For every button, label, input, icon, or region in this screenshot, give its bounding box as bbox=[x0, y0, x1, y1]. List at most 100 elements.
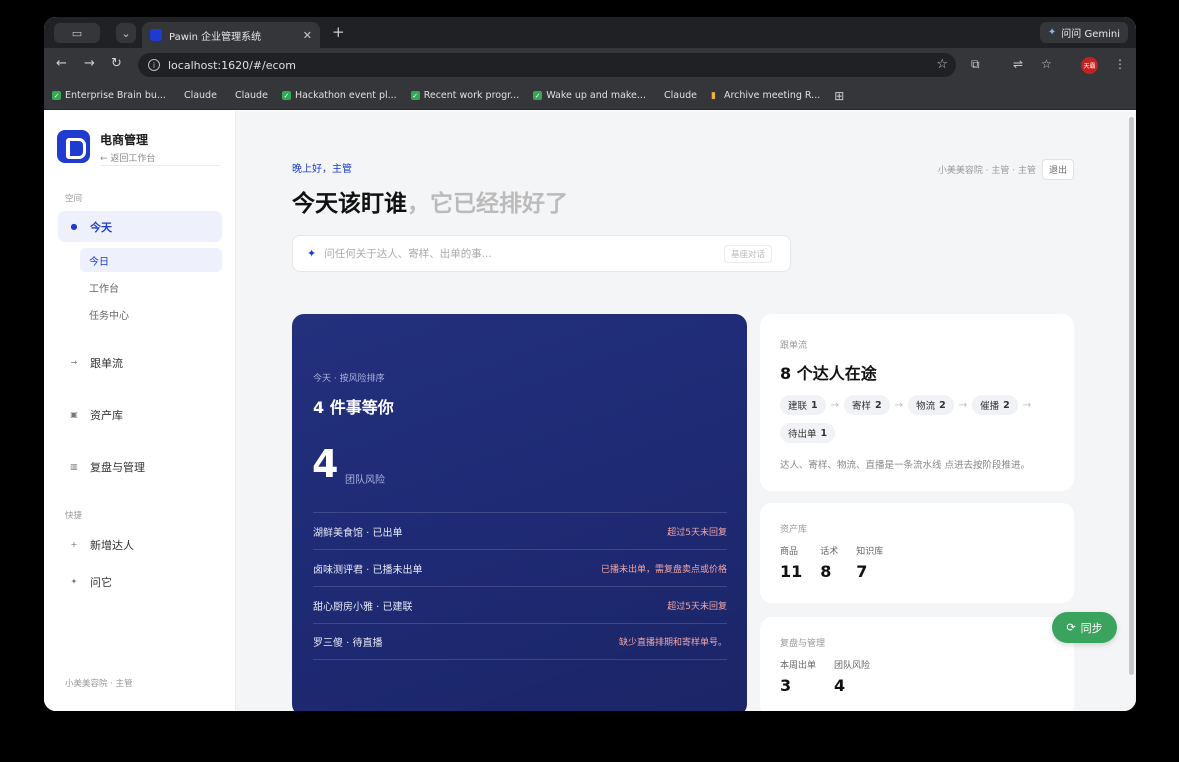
cursor-icon: ☝ bbox=[814, 560, 822, 575]
brand-name: 电商管理 bbox=[100, 133, 149, 147]
favorites-icon[interactable]: ☆ bbox=[1041, 57, 1052, 71]
card-title: 8 个达人在途 bbox=[780, 364, 877, 383]
sidebar-item-assets[interactable]: ▣ 资产库 bbox=[58, 399, 222, 430]
risk-row[interactable]: 罗三傻 · 待直播 缺少直播排期和寄样单号。 bbox=[313, 623, 727, 660]
ask-input[interactable] bbox=[324, 247, 716, 260]
stage-name: 物流 bbox=[916, 401, 936, 412]
stage-pill[interactable]: 催播 2 bbox=[972, 395, 1018, 415]
section-label-space: 空间 bbox=[65, 194, 83, 204]
sidebar-item-review[interactable]: ▥ 复盘与管理 bbox=[58, 451, 222, 482]
asset-stats: 商品 11 话术 8 知识库 7 bbox=[780, 544, 883, 581]
stage-name: 建联 bbox=[788, 401, 808, 412]
sidebar-item-label: 跟单流 bbox=[90, 356, 123, 370]
profile-avatar[interactable]: 天霸 bbox=[1081, 57, 1098, 74]
review-stats: 本周出单 3 团队风险 4 bbox=[780, 658, 870, 695]
sync-button[interactable]: ⟳ 同步 bbox=[1052, 612, 1117, 643]
plus-icon: + bbox=[70, 540, 78, 549]
bookmark-item[interactable]: ✓ Wake up and make... bbox=[533, 90, 646, 101]
review-card[interactable]: 复盘与管理 本周出单 3 团队风险 4 bbox=[760, 617, 1074, 711]
bookmark-item[interactable]: Claude bbox=[660, 90, 697, 101]
section-label-quick: 快捷 bbox=[65, 511, 83, 521]
sidebar-item-label: 复盘与管理 bbox=[90, 460, 145, 474]
bookmark-item[interactable]: ▮ Archive meeting R... bbox=[711, 90, 820, 101]
tab-strip: ▭ ⌄ Pawin 企业管理系统 ✕ + ✦ 问问 Gemini bbox=[44, 17, 1136, 48]
risk-row[interactable]: 湖鲜美食馆 · 已出单 超过5天未回复 bbox=[313, 512, 727, 549]
hero-big-number: 4 bbox=[312, 442, 339, 486]
risk-row[interactable]: 甜心厨房小雅 · 已建联 超过5天未回复 bbox=[313, 586, 727, 623]
stage-name: 寄样 bbox=[852, 401, 872, 412]
arrow-right-icon: → bbox=[958, 399, 968, 411]
close-icon[interactable]: ✕ bbox=[303, 29, 312, 42]
base-chat-button[interactable]: 基座对话 bbox=[723, 244, 772, 263]
sidebar-subitem-today[interactable]: 今日 bbox=[80, 248, 222, 272]
stage-pill[interactable]: 物流 2 bbox=[908, 395, 954, 415]
order-flow-card[interactable]: 跟单流 8 个达人在途 建联 1 → 寄样 2 → 物流 2 → 催播 2 → 待出单 1 达人、寄样、物… bbox=[760, 314, 1074, 491]
risk-hero-card: 今天 · 按风险排序 4 件事等你 4 团队风险 湖鲜美食馆 · 已出单 超过5天… bbox=[292, 314, 747, 711]
risk-row-name: 湖鲜美食馆 · 已出单 bbox=[313, 527, 403, 539]
pawin-logo-icon bbox=[57, 130, 90, 163]
gemini-label: 问问 Gemini bbox=[1061, 29, 1120, 40]
app-page: 电商管理 ← 返回工作台 空间 ● 今天 今日 工作台 任务中心 → 跟单流 ▣… bbox=[44, 111, 1136, 711]
greeting: 晚上好，主管 bbox=[292, 164, 352, 175]
bookmark-label: Wake up and make... bbox=[546, 90, 646, 101]
asset-card[interactable]: 资产库 商品 11 话术 8 知识库 7 bbox=[760, 503, 1074, 603]
user-info-text: 小美美容院 · 主管 · 主管 bbox=[937, 166, 1036, 176]
bookmark-label: Recent work progr... bbox=[423, 90, 520, 101]
sidebar-item-add-creator[interactable]: + 新增达人 bbox=[58, 529, 222, 560]
bookmark-item[interactable]: Claude bbox=[231, 90, 268, 101]
page-title-soft: ，它已经排好了 bbox=[407, 191, 568, 217]
pipeline-stages: 建联 1 → 寄样 2 → 物流 2 → 催播 2 → 待出单 1 bbox=[780, 395, 1060, 443]
page-scrollbar[interactable] bbox=[1129, 117, 1134, 675]
bookmark-item[interactable]: ✓ Recent work progr... bbox=[410, 90, 520, 101]
arrow-right-icon: → bbox=[1022, 399, 1032, 411]
bookmark-star-icon[interactable]: ☆ bbox=[936, 57, 948, 72]
sidebar-item-ask[interactable]: ✦ 问它 bbox=[58, 566, 222, 597]
tab-pawin[interactable]: Pawin 企业管理系统 ✕ bbox=[142, 22, 320, 48]
bookmark-label: Claude bbox=[663, 90, 697, 101]
sidebar-item-today[interactable]: ● 今天 bbox=[58, 211, 222, 242]
kebab-menu-icon[interactable]: ⋮ bbox=[1114, 57, 1126, 71]
stage-pill[interactable]: 待出单 1 bbox=[780, 423, 836, 443]
forward-arrow-icon[interactable]: → bbox=[84, 56, 95, 71]
sidebar-item-order-flow[interactable]: → 跟单流 bbox=[58, 347, 222, 378]
bookmark-item[interactable]: Claude bbox=[180, 90, 217, 101]
gemini-icon: ✦ bbox=[1047, 27, 1057, 38]
bookmark-item[interactable]: ✓ Enterprise Brain bu... bbox=[52, 90, 166, 101]
extensions-icon[interactable]: ⧉ bbox=[971, 57, 980, 72]
address-bar[interactable]: i localhost:1620/#/ecom ☆ bbox=[138, 53, 956, 77]
tab-search-icon[interactable]: ▭ bbox=[54, 23, 100, 43]
back-to-workspace-link[interactable]: ← 返回工作台 bbox=[100, 151, 155, 164]
gemini-button[interactable]: ✦ 问问 Gemini bbox=[1039, 22, 1128, 43]
sidebar-footer: 小美美容院 · 主管 bbox=[65, 679, 133, 689]
back-arrow-icon[interactable]: ← bbox=[56, 56, 67, 71]
arrow-right-icon: → bbox=[894, 399, 904, 411]
check-icon: ✓ bbox=[533, 91, 543, 100]
stat-label: 话术 bbox=[820, 547, 839, 557]
stage-pill[interactable]: 寄样 2 bbox=[844, 395, 890, 415]
sidebar-subitem-workspace[interactable]: 工作台 bbox=[80, 275, 222, 299]
new-tab-plus-icon[interactable]: + bbox=[332, 23, 345, 41]
sidebar-item-label: 新增达人 bbox=[90, 538, 134, 552]
risk-list: 湖鲜美食馆 · 已出单 超过5天未回复 卤味测评君 · 已播未出单 已播未出单，需复盘… bbox=[313, 512, 727, 660]
translate-icon[interactable]: ⇌ bbox=[1013, 57, 1023, 71]
sidebar-item-label: 今天 bbox=[90, 220, 112, 234]
hero-kicker: 今天 · 按风险排序 bbox=[313, 374, 385, 384]
apps-grid-icon[interactable]: ⊞ bbox=[834, 89, 844, 103]
logout-button[interactable]: 退出 bbox=[1041, 159, 1074, 180]
url-text: localhost:1620/#/ecom bbox=[168, 58, 296, 72]
stage-pill[interactable]: 建联 1 bbox=[780, 395, 826, 415]
tab-list-chevron-down-icon[interactable]: ⌄ bbox=[116, 23, 136, 43]
stat-label: 团队风险 bbox=[834, 661, 871, 671]
reload-icon[interactable]: ↻ bbox=[111, 56, 122, 71]
card-label: 跟单流 bbox=[780, 341, 808, 351]
stat-value: 3 bbox=[780, 676, 792, 695]
site-info-icon[interactable]: i bbox=[148, 59, 160, 71]
sidebar-subitem-tasks[interactable]: 任务中心 bbox=[80, 302, 222, 326]
sidebar: 电商管理 ← 返回工作台 空间 ● 今天 今日 工作台 任务中心 → 跟单流 ▣… bbox=[44, 111, 236, 711]
sparkle-icon: ✦ bbox=[307, 247, 317, 260]
user-info: 小美美容院 · 主管 · 主管 退出 bbox=[938, 159, 1074, 180]
risk-row[interactable]: 卤味测评君 · 已播未出单 已播未出单，需复盘卖点或价格 bbox=[313, 549, 727, 586]
stage-count: 2 bbox=[1003, 399, 1010, 411]
bookmark-label: Enterprise Brain bu... bbox=[65, 90, 166, 101]
bookmark-item[interactable]: ✓ Hackathon event pl... bbox=[281, 90, 397, 101]
